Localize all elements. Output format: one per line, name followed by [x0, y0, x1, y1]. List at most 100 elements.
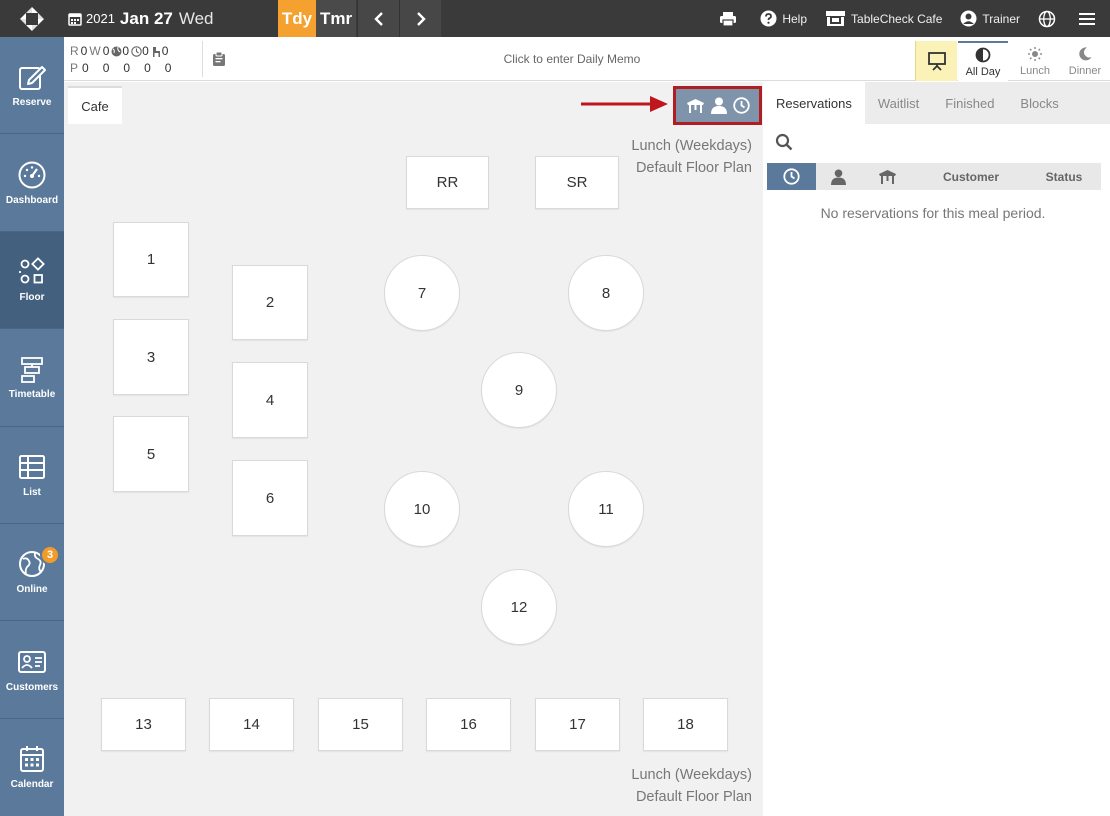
table-4[interactable]: 4	[232, 362, 308, 438]
period-lunch[interactable]: Lunch	[1010, 41, 1060, 81]
date-picker[interactable]: 2021 Jan 27 Wed	[68, 0, 214, 37]
sidebar-item-online[interactable]: 3 Online	[0, 524, 64, 622]
sidebar-item-label: Customers	[5, 681, 59, 693]
plan-name: Lunch (Weekdays)	[631, 767, 752, 783]
chevron-right-icon	[416, 11, 426, 26]
table-14[interactable]: 14	[209, 698, 294, 751]
sidebar-item-calendar[interactable]: Calendar	[0, 719, 64, 816]
table-13[interactable]: 13	[101, 698, 186, 751]
sidebar-item-list[interactable]: List	[0, 427, 64, 524]
count-value: 0	[102, 61, 110, 75]
restaurant-selector[interactable]: TableCheck Cafe	[825, 10, 942, 27]
table-16[interactable]: 16	[426, 698, 511, 751]
divider	[202, 41, 203, 77]
tablecheck-logo[interactable]	[0, 0, 64, 37]
status-column-header[interactable]: Status	[1027, 170, 1101, 184]
plan-name: Lunch (Weekdays)	[631, 138, 752, 154]
table-9[interactable]: 9	[481, 352, 557, 428]
hamburger-icon	[1079, 12, 1095, 25]
table-12[interactable]: 12	[481, 569, 557, 645]
logo-icon	[20, 6, 44, 31]
period-all-day[interactable]: All Day	[958, 41, 1008, 81]
table-sr[interactable]: SR	[535, 156, 619, 209]
date-month-day: Jan 27	[119, 8, 173, 28]
sort-by-table-button[interactable]	[860, 169, 915, 184]
count-value: 0	[102, 44, 110, 58]
floor-board-button[interactable]	[915, 41, 957, 81]
table-3[interactable]: 3	[113, 319, 189, 395]
table-rr[interactable]: RR	[406, 156, 489, 209]
table-10[interactable]: 10	[384, 471, 460, 547]
table-2[interactable]: 2	[232, 265, 308, 340]
period-dinner[interactable]: Dinner	[1060, 41, 1110, 81]
list-icon	[19, 454, 45, 479]
tab-waitlist[interactable]: Waitlist	[865, 82, 932, 124]
print-button[interactable]	[719, 11, 742, 27]
table-11[interactable]: 11	[568, 471, 644, 547]
globe-icon	[1038, 10, 1056, 27]
time-display-button[interactable]	[732, 97, 750, 114]
date-year: 2021	[86, 11, 115, 26]
table-display-button[interactable]	[686, 98, 705, 113]
floor-plan-label-bottom: Lunch (Weekdays) Default Floor Plan	[631, 764, 752, 808]
user-menu[interactable]: Trainer	[960, 10, 1020, 27]
count-value: 0	[123, 61, 131, 75]
customer-column-header[interactable]: Customer	[915, 170, 1027, 184]
main-menu-button[interactable]	[1079, 12, 1100, 26]
next-day-button[interactable]	[399, 0, 441, 37]
table-1[interactable]: 1	[113, 222, 189, 297]
count-value: 0	[122, 44, 130, 58]
memo-clip-icon[interactable]	[212, 51, 226, 72]
table-17[interactable]: 17	[535, 698, 620, 751]
table-18[interactable]: 18	[643, 698, 728, 751]
table-5[interactable]: 5	[113, 416, 189, 492]
half-circle-icon	[975, 47, 991, 62]
top-bar: 2021 Jan 27 Wed Tdy Tmr Help TableCheck …	[0, 0, 1110, 37]
restaurant-name: TableCheck Cafe	[851, 11, 943, 26]
sidebar-item-floor[interactable]: Floor	[0, 231, 64, 330]
sidebar-item-dashboard[interactable]: Dashboard	[0, 134, 64, 232]
floor-display-toggle[interactable]	[673, 86, 762, 125]
table-15[interactable]: 15	[318, 698, 403, 751]
table-icon	[879, 170, 896, 184]
sidebar-item-timetable[interactable]: Timetable	[0, 329, 64, 427]
count-value: 0	[144, 61, 151, 75]
table-6[interactable]: 6	[232, 460, 308, 536]
sort-by-guests-button[interactable]	[816, 169, 860, 185]
floor-plan-label-top: Lunch (Weekdays) Default Floor Plan	[631, 135, 752, 179]
clock-icon	[732, 97, 750, 114]
today-button[interactable]: Tdy	[278, 0, 316, 37]
sidebar-item-customers[interactable]: Customers	[0, 621, 64, 719]
tab-reservations[interactable]: Reservations	[763, 82, 865, 124]
sidebar-item-label: Timetable	[8, 389, 56, 401]
timetable-icon	[21, 357, 43, 384]
gauge-icon	[18, 161, 46, 189]
tab-blocks[interactable]: Blocks	[1007, 82, 1071, 124]
table-icon	[686, 99, 704, 113]
table-8[interactable]: 8	[568, 255, 644, 331]
top-right-menu: Help TableCheck Cafe Trainer	[719, 0, 1110, 37]
guest-display-button[interactable]	[710, 97, 727, 114]
help-label: Help	[782, 11, 808, 26]
daily-memo-field[interactable]: Click to enter Daily Memo	[234, 37, 910, 81]
clock-small-icon	[131, 46, 142, 57]
subheader: R 0 W 0 0 0 0 P 0 0 0 0 0 Click to enter	[64, 37, 1110, 81]
sidebar-item-reserve[interactable]: Reserve	[0, 37, 64, 135]
sort-by-time-button[interactable]	[767, 163, 816, 190]
w-label: W	[89, 44, 101, 58]
table-7[interactable]: 7	[384, 255, 460, 331]
language-button[interactable]	[1038, 10, 1061, 28]
count-value: 0	[161, 44, 169, 58]
sidebar-item-label: Online	[16, 584, 48, 596]
count-value: 0	[164, 61, 172, 75]
globe-small-icon	[111, 46, 122, 57]
search-input[interactable]	[799, 134, 1089, 150]
reservation-counts: R 0 W 0 0 0 0 P 0 0 0 0 0	[70, 43, 173, 77]
help-button[interactable]: Help	[760, 10, 807, 27]
count-value: 0	[142, 44, 149, 58]
counts-row-p: P 0 0 0 0 0	[70, 60, 173, 77]
tomorrow-button[interactable]: Tmr	[316, 0, 356, 37]
previous-day-button[interactable]	[357, 0, 399, 37]
tab-finished[interactable]: Finished	[932, 82, 1007, 124]
floor-tab-cafe[interactable]: Cafe	[68, 86, 122, 124]
